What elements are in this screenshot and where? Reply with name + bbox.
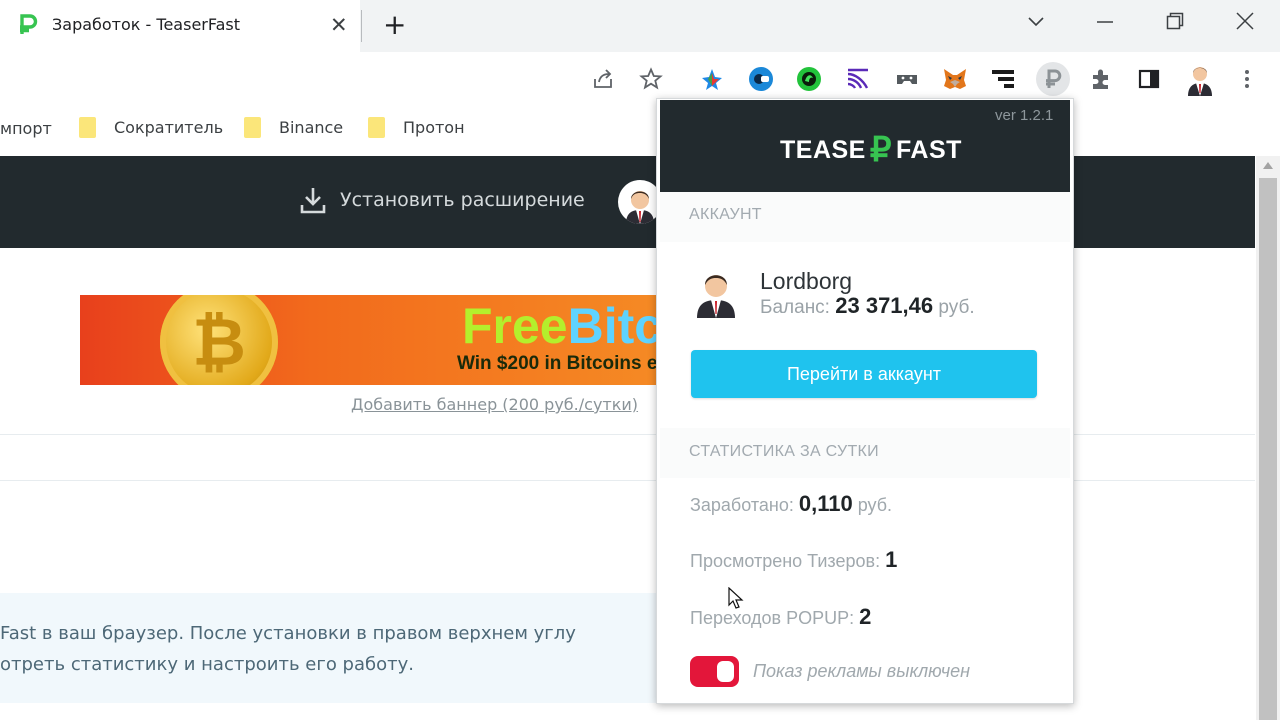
logo-text-left: TEASE	[780, 135, 866, 164]
teaserfast-ruble-icon	[20, 14, 38, 34]
balance-value: 23 371,46	[835, 293, 934, 318]
stats-section-title: СТАТИСТИКА ЗА СУТКИ	[689, 443, 879, 460]
active-tab[interactable]: Заработок - TeaserFast ✕	[0, 0, 360, 52]
banner-subtitle: Win $200 in Bitcoins e	[457, 353, 658, 374]
teaserfast-logo: TEASE ₽ FAST	[780, 130, 962, 170]
install-extension-label: Установить расширение	[340, 189, 585, 211]
popup-version: ver 1.2.1	[995, 107, 1054, 124]
ruble-logo-icon: ₽	[869, 131, 892, 169]
add-banner-link[interactable]: Добавить баннер (200 руб./сутки)	[351, 395, 638, 414]
bookmark-item[interactable]: Сократитель	[79, 117, 223, 138]
tab-separator	[361, 10, 362, 42]
folder-icon	[244, 117, 261, 138]
balance-unit: руб.	[938, 297, 975, 318]
star-icon[interactable]	[638, 66, 664, 92]
close-icon	[1236, 12, 1254, 30]
install-extension-link[interactable]: Установить расширение	[300, 186, 585, 214]
bitcoin-coin-icon: ₿	[160, 295, 278, 385]
banner-title-part1: Free	[462, 298, 568, 354]
account-avatar	[692, 266, 740, 318]
bookmark-import[interactable]: мпорт	[0, 119, 52, 138]
go-to-account-button[interactable]: Перейти в аккаунт	[691, 350, 1037, 398]
window-close-button[interactable]	[1236, 12, 1254, 34]
folder-icon	[79, 117, 96, 138]
new-tab-button[interactable]: +	[383, 10, 406, 40]
extension-green-icon[interactable]	[796, 66, 822, 92]
bookmark-label: Протон	[403, 118, 465, 137]
scrollbar-thumb[interactable]	[1259, 178, 1277, 720]
info-line: отреть статистику и настроить его работу…	[0, 654, 414, 675]
balance-label: Баланс:	[760, 297, 830, 318]
stat-earned: Заработано: 0,110 руб.	[690, 491, 892, 517]
extension-gray-icon[interactable]	[894, 66, 920, 92]
banner-title: FreeBitco	[462, 297, 660, 355]
stat-earned-label: Заработано:	[690, 495, 794, 515]
account-balance: Баланс: 23 371,46 руб.	[760, 293, 975, 319]
account-section-title: АККАУНТ	[689, 206, 762, 223]
tab-close-icon[interactable]: ✕	[330, 14, 348, 36]
tab-search-chevron-icon[interactable]	[1027, 12, 1045, 34]
extension-blue-circle-icon[interactable]	[748, 66, 774, 92]
extension-colorful-icon[interactable]	[699, 66, 725, 92]
info-text: Fast в ваш браузер. После установки в пр…	[0, 618, 576, 680]
stat-earned-value: 0,110	[798, 491, 853, 516]
bookmark-label: Сократитель	[114, 118, 224, 137]
folder-icon	[368, 117, 385, 138]
stat-popup-clicks: Переходов POPUP: 2	[690, 604, 871, 630]
puzzle-icon[interactable]	[1088, 66, 1114, 92]
info-line: Fast в ваш браузер. После установки в пр…	[0, 623, 576, 644]
extension-purple-icon[interactable]	[845, 66, 871, 92]
stat-popup-value: 2	[859, 604, 872, 629]
teaserfast-ruble-icon[interactable]	[1036, 62, 1070, 96]
account-username: Lordborg	[760, 268, 853, 294]
restore-icon	[1166, 12, 1184, 30]
mouse-cursor-icon	[728, 587, 744, 609]
profile-avatar-icon[interactable]	[1184, 62, 1216, 96]
logo-text-right: FAST	[896, 135, 962, 164]
stat-popup-label: Переходов POPUP:	[690, 608, 855, 628]
tab-title: Заработок - TeaserFast	[52, 15, 241, 34]
extension-bars-icon[interactable]	[990, 66, 1016, 92]
toggle-knob	[717, 661, 734, 682]
chevron-down-icon	[1028, 17, 1044, 27]
ads-toggle-label: Показ рекламы выключен	[753, 661, 971, 681]
metamask-fox-icon[interactable]	[942, 66, 968, 92]
bookmark-item[interactable]: Binance	[244, 117, 343, 138]
stat-teasers-label: Просмотрено Тизеров:	[690, 551, 881, 571]
stat-teasers-value: 1	[885, 547, 898, 572]
minimize-icon	[1097, 21, 1113, 23]
banner-title-part2: Bitco	[567, 298, 660, 354]
freebitcoin-banner[interactable]: ₿ FreeBitco Win $200 in Bitcoins e	[80, 295, 660, 385]
minimize-button[interactable]	[1096, 12, 1114, 34]
bookmark-item[interactable]: Протон	[368, 117, 465, 138]
bookmark-label: Binance	[279, 118, 344, 137]
ads-toggle[interactable]	[690, 656, 739, 687]
scroll-up-arrow-icon[interactable]	[1263, 162, 1273, 169]
download-icon	[300, 188, 326, 214]
restore-button[interactable]	[1166, 12, 1184, 34]
stat-earned-unit: руб.	[857, 495, 893, 515]
more-menu-icon[interactable]	[1234, 66, 1260, 92]
share-icon[interactable]	[590, 66, 616, 92]
side-panel-icon[interactable]	[1136, 66, 1162, 92]
stat-teasers-viewed: Просмотрено Тизеров: 1	[690, 547, 897, 573]
